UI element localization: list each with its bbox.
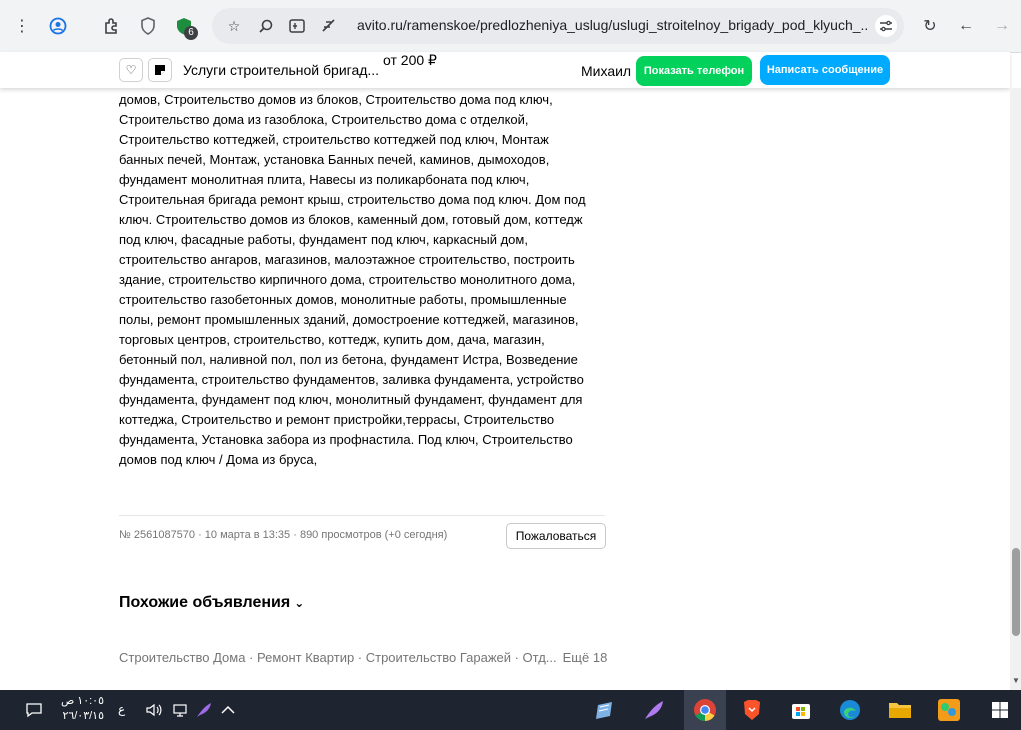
seller-name[interactable]: Михаил [581,63,631,79]
note-icon [155,65,165,75]
description-line: фундамента, Установка забора из профнаст… [119,432,573,447]
back-arrow-icon[interactable]: ← [952,12,980,40]
tune-icon[interactable] [875,15,897,37]
description-line: строительство ангаров, магазинов, малоэт… [119,252,575,267]
description-line: Строительная бригада ремонт крыш, строит… [119,192,586,207]
description-line: бетонный пол, наливной пол, пол из бетон… [119,352,578,367]
description-line: здание, строительство кирпичного дома, с… [119,272,576,287]
input-language[interactable]: ع [118,702,125,716]
description-line: строительство газобетонных домов, моноли… [119,292,567,307]
volume-icon[interactable] [140,696,168,724]
similar-listings-title: Похожие объявления [119,594,291,611]
similar-listings-heading[interactable]: Похожие объявления ⌄ [119,594,304,612]
heart-icon: ♡ [125,63,137,77]
omnibox[interactable]: ☆ avito.ru/ramenskoe/predlozheniya_uslug… [212,8,904,44]
notepad-app-icon[interactable] [591,696,619,724]
write-message-button[interactable]: Написать сообщение [760,55,890,85]
chevron-down-icon: ⌄ [294,596,305,610]
description-line: полы, ремонт промышленных зданий, домост… [119,312,579,327]
listing-description: домов, Строительство домов из блоков, Ст… [119,90,605,470]
note-button[interactable] [148,58,172,82]
translate-icon[interactable] [286,15,308,37]
scrollbar-thumb[interactable] [1012,548,1020,636]
bookmark-star-icon[interactable]: ☆ [223,15,245,37]
listing-price: от 200 ₽ [383,52,437,68]
listing-title: Услуги строительной бригад... [183,62,380,78]
listing-meta: № 2561087570 · 10 марта в 13:35 · 890 пр… [119,529,448,541]
description-line: коттеджа, Строительство и ремонт пристро… [119,412,555,427]
description-line: банных печей, Монтаж, установка Банных п… [119,152,550,167]
description-line: под ключ, фасадные работы, фундамент под… [119,232,528,247]
favorite-button[interactable]: ♡ [119,58,143,82]
game-app-icon[interactable] [935,696,963,724]
feather-app-icon[interactable] [640,696,668,724]
clock[interactable]: ١٠:٠٥ ص ٢٦/٠٣/١٥ [58,694,104,724]
more-categories-link[interactable]: Ещё 18 [563,650,608,665]
description-line: ключ. Строительство домов из блоков, кам… [119,212,583,227]
description-line: фундамента, фундамент под ключ, монолитн… [119,392,583,407]
categories-list[interactable]: Строительство Дома · Ремонт Квартир · Ст… [119,650,557,665]
clock-time: ١٠:٠٥ ص [60,695,104,707]
show-phone-button[interactable]: Показать телефон [636,56,752,86]
zoom-icon[interactable] [255,15,277,37]
browser-toolbar: ⋮ 6 ☆ avito.ru/ramenskoe/predlozheniya_u… [0,0,1021,53]
extensions-icon[interactable] [98,12,126,40]
description-line: домов, Строительство домов из блоков, Ст… [119,92,553,107]
extension-badge: 6 [184,26,198,40]
description-line: Строительство коттеджей, строительство к… [119,132,549,147]
notification-icon[interactable] [20,696,48,724]
description-line: Строительство дома из газоблока, Строите… [119,112,529,127]
clock-date: ٢٦/٠٣/١٥ [62,710,104,722]
description-line: фундамента, строительство фундаментов, з… [119,372,584,387]
forward-arrow-icon[interactable]: → [988,12,1016,40]
file-explorer-icon[interactable] [886,696,914,724]
scroll-down-arrow-icon[interactable]: ▼ [1011,676,1021,686]
windows-taskbar: ١٠:٠٥ ص ٢٦/٠٣/١٥ ع [0,690,1021,730]
reload-icon[interactable]: ↻ [916,12,944,40]
chevron-up-icon[interactable] [214,696,242,724]
shield-icon[interactable] [134,12,162,40]
profile-icon[interactable] [44,12,72,40]
windows-start-icon[interactable] [986,696,1014,724]
description-line: торговых центров, строительство, коттедж… [119,332,545,347]
address-url[interactable]: avito.ru/ramenskoe/predlozheniya_uslug/u… [357,17,869,33]
brave-icon[interactable] [738,696,766,724]
sticky-listing-header: ♡ Услуги строительной бригад... от 200 ₽… [0,52,1010,88]
report-button[interactable]: Пожаловаться [506,523,606,549]
site-settings-icon[interactable] [318,15,340,37]
store-icon[interactable] [787,696,815,724]
menu-dots-icon[interactable]: ⋮ [8,12,36,40]
description-line: домов под ключ / Дома из бруса, [119,452,318,467]
edge-icon[interactable] [836,696,864,724]
chrome-icon[interactable] [691,696,719,724]
divider [119,515,605,516]
description-line: фундамент монолитная плита, Навесы из по… [119,172,530,187]
similar-categories: Строительство Дома · Ремонт Квартир · Ст… [119,650,607,665]
